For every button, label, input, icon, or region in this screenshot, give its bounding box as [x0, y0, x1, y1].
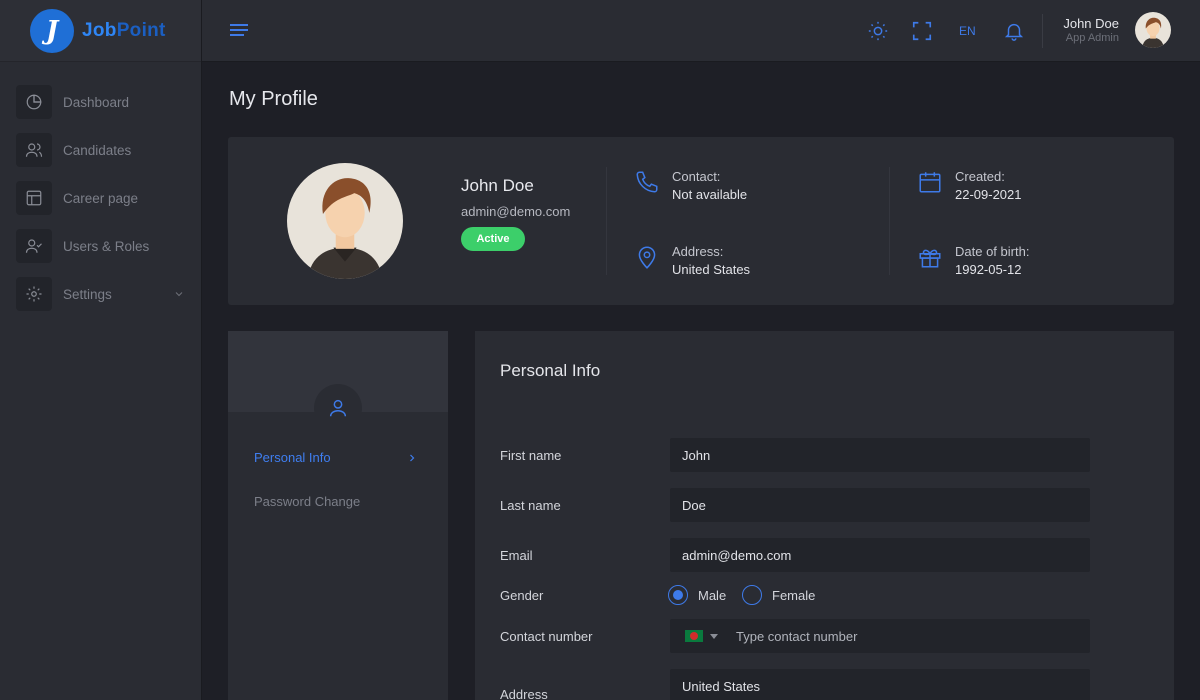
contact-number-label: Contact number — [500, 629, 593, 644]
sidebar-item-label: Users & Roles — [63, 238, 150, 254]
brand[interactable]: J JobPoint — [0, 0, 201, 62]
gender-male-label: Male — [698, 587, 727, 603]
gift-icon — [917, 244, 943, 270]
gender-label: Gender — [500, 588, 544, 603]
gear-icon — [16, 277, 52, 311]
sidebar-item-career-page[interactable]: Career page — [0, 174, 201, 222]
layout-icon — [16, 181, 52, 215]
menu-toggle-icon[interactable] — [230, 24, 248, 38]
sidebar: J JobPoint Dashboard Candidates Career p… — [0, 0, 202, 700]
sidebar-item-candidates[interactable]: Candidates — [0, 126, 201, 174]
first-name-label: First name — [500, 448, 562, 463]
chevron-right-icon — [406, 451, 418, 469]
form-title: Personal Info — [500, 361, 601, 380]
brand-logo-icon: J — [30, 8, 74, 53]
page-title: My Profile — [229, 88, 318, 110]
gender-female-radio[interactable]: Female — [742, 585, 815, 605]
dob-label: Date of birth: — [955, 244, 1030, 259]
user-role: App Admin — [1065, 32, 1119, 44]
user-icon — [314, 384, 362, 432]
topbar: EN John Doe App Admin — [202, 0, 1200, 62]
profile-email: admin@demo.com — [461, 204, 571, 219]
sidebar-nav: Dashboard Candidates Career page Users &… — [0, 62, 201, 318]
sidebar-item-settings[interactable]: Settings — [0, 270, 201, 318]
profile-avatar — [287, 163, 403, 279]
profile-tabs-card: Personal Info Password Change — [228, 331, 448, 700]
last-name-field[interactable] — [670, 488, 1090, 522]
bell-icon[interactable] — [1003, 20, 1025, 42]
sidebar-item-label: Candidates — [63, 142, 132, 158]
user-check-icon — [16, 229, 52, 263]
gender-male-radio[interactable]: Male — [668, 585, 726, 605]
topbar-divider — [1042, 14, 1043, 48]
flag-icon[interactable] — [685, 630, 703, 642]
status-badge: Active — [461, 227, 525, 251]
address-value: United States — [672, 262, 751, 277]
profile-summary-card: John Doe admin@demo.com Active Contact: … — [228, 137, 1174, 305]
location-pin-icon — [634, 244, 660, 270]
divider — [889, 167, 890, 275]
created-value: 22-09-2021 — [955, 187, 1022, 202]
language-selector[interactable]: EN — [959, 24, 976, 38]
sidebar-item-dashboard[interactable]: Dashboard — [0, 78, 201, 126]
sidebar-item-users-roles[interactable]: Users & Roles — [0, 222, 201, 270]
radio-selected[interactable] — [668, 585, 688, 605]
divider — [606, 167, 607, 275]
caret-down-icon[interactable] — [710, 633, 718, 639]
last-name-label: Last name — [500, 498, 561, 513]
fullscreen-icon[interactable] — [911, 20, 933, 42]
contact-number-field — [670, 619, 1090, 653]
tab-password-change[interactable]: Password Change — [254, 494, 360, 509]
pie-chart-icon — [16, 85, 52, 119]
brand-name: JobPoint — [82, 20, 166, 42]
contact-value: Not available — [672, 187, 748, 202]
gender-female-label: Female — [772, 587, 816, 603]
avatar[interactable] — [1135, 12, 1171, 48]
first-name-field[interactable] — [670, 438, 1090, 472]
dob-value: 1992-05-12 — [955, 262, 1022, 277]
dob-info: Date of birth: 1992-05-12 — [917, 244, 1029, 277]
calendar-icon — [917, 169, 943, 195]
sun-icon[interactable] — [867, 20, 889, 42]
address-label: Address: — [672, 244, 724, 259]
address-label: Address — [500, 687, 548, 700]
address-field[interactable] — [670, 669, 1090, 700]
radio-unselected[interactable] — [742, 585, 762, 605]
phone-icon — [634, 169, 660, 195]
contact-number-input[interactable] — [736, 628, 1056, 644]
profile-name: John Doe — [461, 176, 534, 195]
users-icon — [16, 133, 52, 167]
brand-name-part2: Point — [116, 19, 166, 41]
sidebar-item-label: Career page — [63, 190, 139, 206]
sidebar-item-label: Dashboard — [63, 94, 130, 110]
address-info: Address: United States — [634, 244, 750, 277]
contact-label: Contact: — [672, 169, 721, 184]
created-info: Created: 22-09-2021 — [917, 169, 1022, 202]
contact-info: Contact: Not available — [634, 169, 747, 202]
chevron-down-icon[interactable] — [173, 287, 185, 305]
user-name[interactable]: John Doe — [1063, 16, 1119, 31]
tab-personal-info[interactable]: Personal Info — [254, 450, 331, 465]
brand-name-part1: Job — [82, 19, 117, 41]
email-field[interactable] — [670, 538, 1090, 572]
personal-info-card: Personal Info First name Last name Email… — [475, 331, 1174, 700]
created-label: Created: — [955, 169, 1005, 184]
sidebar-item-label: Settings — [63, 286, 112, 302]
email-label: Email — [500, 548, 533, 563]
